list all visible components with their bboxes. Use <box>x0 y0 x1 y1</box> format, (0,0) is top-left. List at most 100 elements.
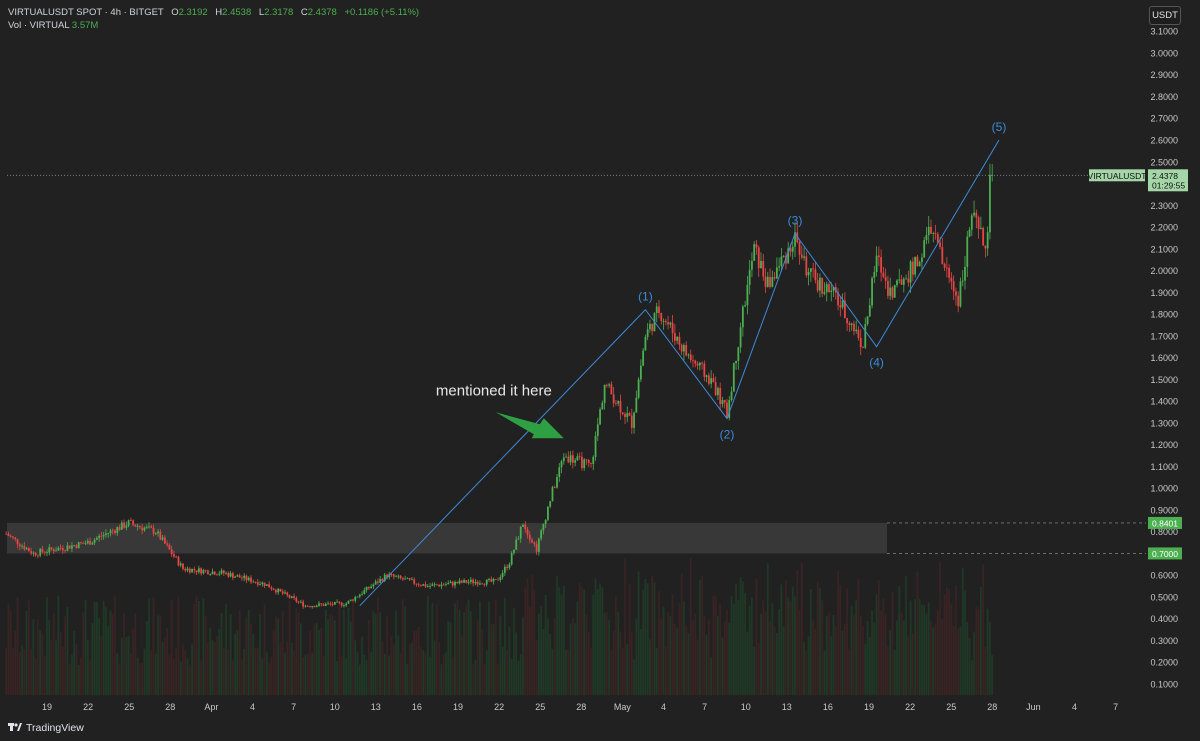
candle-body <box>712 378 715 383</box>
candle-body <box>406 577 409 579</box>
volume-bar <box>592 594 595 695</box>
candle-body <box>431 584 434 586</box>
candle-body <box>374 581 377 585</box>
candle-body <box>959 281 962 307</box>
volume-bar <box>43 655 46 695</box>
candle-body <box>771 277 774 287</box>
candle-body <box>438 584 441 587</box>
volume-bar <box>710 657 713 695</box>
volume-bar <box>671 594 674 695</box>
volume-bar <box>918 599 921 695</box>
volume-bar <box>673 623 676 695</box>
price-tick: 1.7000 <box>1150 331 1178 341</box>
candle-body <box>109 530 112 534</box>
volume-bar <box>399 652 402 695</box>
volume-bar <box>227 649 230 695</box>
candle-body <box>377 581 379 583</box>
volume-bar <box>547 618 549 695</box>
volume-bar <box>367 620 370 695</box>
volume-bar <box>875 594 878 695</box>
candle-body <box>556 476 558 488</box>
candle-body <box>241 577 243 579</box>
volume-bar <box>225 604 227 695</box>
candle-body <box>839 305 842 308</box>
volume-bar <box>537 613 540 695</box>
volume-bar <box>173 658 175 695</box>
candle-body <box>166 543 169 545</box>
candle-body <box>732 363 735 392</box>
volume-label[interactable]: Vol · VIRTUAL <box>8 20 69 31</box>
volume-bar <box>696 639 699 695</box>
candle-body <box>476 581 479 585</box>
volume-bar <box>533 589 536 695</box>
volume-bar <box>451 656 454 695</box>
candle-body <box>204 570 207 571</box>
tradingview-logo[interactable]: TradingView <box>8 722 84 734</box>
candle-body <box>578 456 581 458</box>
candle-body <box>324 603 327 606</box>
candle-body <box>642 350 645 366</box>
volume-bar <box>39 630 42 695</box>
volume-bar <box>669 616 672 695</box>
volume-bar <box>730 596 733 695</box>
symbol-title[interactable]: VIRTUALUSDT SPOT · 4h · BITGET <box>8 7 164 18</box>
candle-body <box>21 545 23 547</box>
price-tick: 0.3000 <box>1150 636 1178 646</box>
volume-bar <box>839 585 842 695</box>
time-tick: Apr <box>204 702 218 712</box>
volume-bar <box>188 664 191 695</box>
price-tick: 1.1000 <box>1150 462 1178 472</box>
volume-bar <box>449 622 452 695</box>
candle-body <box>272 588 275 591</box>
volume-bar <box>769 621 771 695</box>
candle-body <box>467 581 470 583</box>
candle-body <box>977 217 980 229</box>
volume-bar <box>120 637 123 695</box>
candle-body <box>533 542 536 544</box>
candle-body <box>968 229 971 237</box>
candle-body <box>773 277 776 279</box>
high-value: 2.4538 <box>222 7 252 18</box>
candle-body <box>5 533 8 535</box>
candle-body <box>707 375 710 384</box>
candle-body <box>850 323 853 326</box>
candle-body <box>891 287 894 298</box>
time-tick: 22 <box>905 702 915 712</box>
volume-bar <box>456 600 459 695</box>
candle-body <box>510 552 513 565</box>
volume-bar <box>630 631 633 695</box>
candle-body <box>683 345 685 352</box>
candle-body <box>336 601 339 603</box>
volume-bar <box>819 587 821 695</box>
price-chart[interactable]: (1) (2) (3) (4) (5) mentioned it here 3.1000… <box>0 0 1200 741</box>
candle-body <box>943 263 946 268</box>
low-value: 2.3178 <box>264 7 294 18</box>
candle-body <box>517 538 520 540</box>
volume-bar <box>261 658 264 695</box>
volume-bar <box>825 615 828 695</box>
volume-bar <box>191 643 193 695</box>
volume-bar <box>794 596 796 695</box>
volume-bar <box>12 648 14 695</box>
volume-bar <box>111 614 114 695</box>
currency-button[interactable]: USDT <box>1149 6 1181 25</box>
candle-body <box>238 575 241 578</box>
volume-bar <box>755 578 758 695</box>
volume-bar <box>975 606 978 695</box>
candle-body <box>193 568 196 571</box>
candle-body <box>644 336 647 351</box>
candle-body <box>284 592 286 594</box>
volume-bar <box>141 662 144 695</box>
volume-bar <box>649 639 651 695</box>
volume-bar <box>680 573 683 695</box>
volume-bar <box>154 653 157 695</box>
time-tick: 25 <box>535 702 545 712</box>
volume-bar <box>5 647 8 695</box>
candle-body <box>139 526 141 528</box>
volume-bar <box>100 635 103 695</box>
price-tick: 1.8000 <box>1150 310 1178 320</box>
volume-bar <box>612 630 615 695</box>
candle-body <box>569 455 572 463</box>
candle-body <box>560 461 563 468</box>
candle-body <box>358 594 361 597</box>
